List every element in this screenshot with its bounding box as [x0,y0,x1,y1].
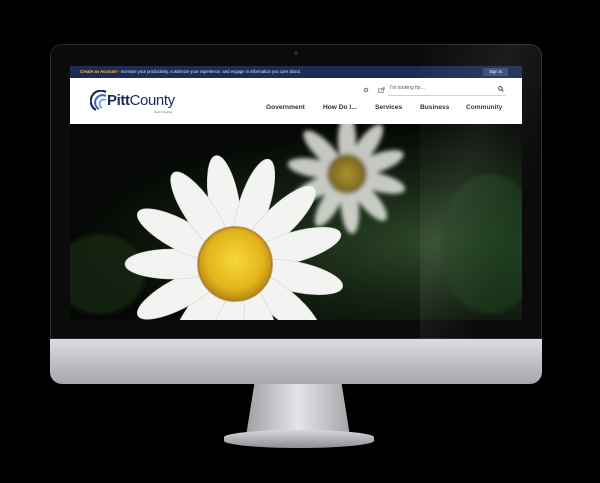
nav-government[interactable]: Government [266,104,305,111]
share-icon[interactable] [378,87,385,93]
monitor-stand-base [224,430,374,448]
account-banner-text: Create an Account - Increase your produc… [80,69,301,74]
search-bar [388,83,506,96]
hero-image-daisies [70,124,522,320]
nav-how-do-i[interactable]: How Do I... [323,104,357,111]
monitor-stand-neck [246,384,350,436]
search-icon[interactable] [498,86,504,92]
browser-screen: Create an Account - Increase your produc… [70,66,522,320]
account-banner-message: - Increase your productivity, customize … [116,69,301,74]
camera-icon [294,51,298,55]
site-header: PittCounty North Carolina Government How… [70,78,522,124]
logo-word-county: County [129,92,176,109]
gear-icon[interactable] [363,87,369,93]
nav-services[interactable]: Services [375,104,402,111]
account-banner: Create an Account - Increase your produc… [70,66,522,78]
monitor-chin [50,339,542,384]
sign-in-button[interactable]: Sign in [483,68,508,76]
nav-business[interactable]: Business [420,104,449,111]
logo-wordmark: PittCounty [107,92,175,109]
logo-word-pitt: Pitt [107,92,130,109]
create-account-link[interactable]: Create an Account [80,69,117,74]
nav-community[interactable]: Community [466,104,502,111]
search-input[interactable] [390,85,490,91]
logo-subtitle: North Carolina [154,110,173,114]
pitt-county-logo[interactable]: PittCounty North Carolina [90,90,176,114]
daisy-illustration [70,124,522,320]
